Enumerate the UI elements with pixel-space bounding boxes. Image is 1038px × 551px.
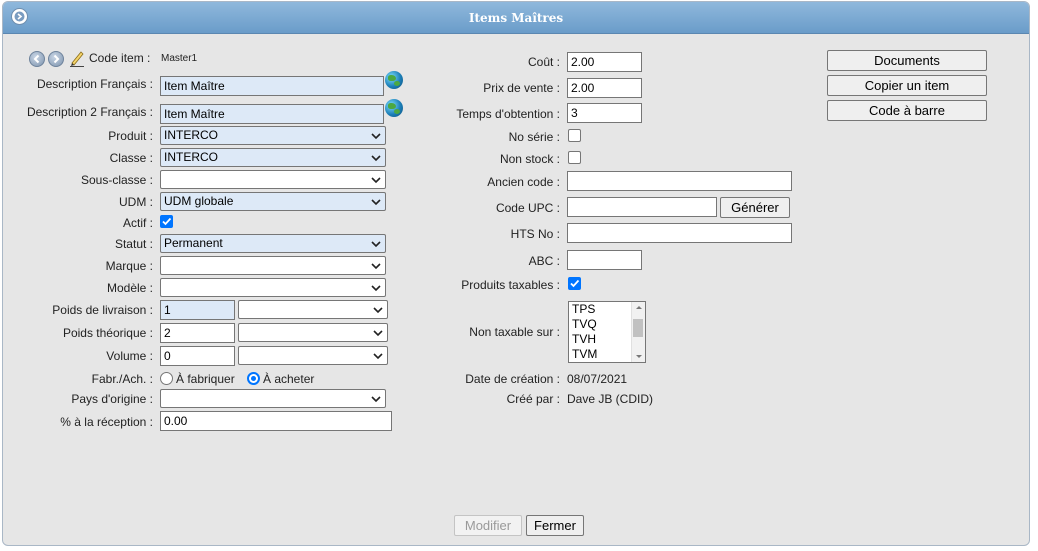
produit-label: Produit : [108, 129, 153, 143]
ancien-code-input[interactable] [567, 171, 792, 191]
a-acheter-radio[interactable] [247, 372, 260, 385]
prix-vente-input[interactable]: 2.00 [567, 78, 642, 98]
a-fabriquer-label: À fabriquer [176, 372, 235, 386]
statut-select[interactable]: Permanent [160, 234, 386, 253]
non-stock-label: Non stock : [499, 152, 560, 166]
pays-origine-select[interactable] [160, 389, 386, 408]
pct-reception-input[interactable]: 0.00 [160, 411, 392, 431]
poids-theorique-label: Poids théorique : [62, 326, 153, 340]
modele-label: Modèle : [106, 281, 153, 295]
code-upc-input[interactable] [567, 197, 717, 217]
code-item-label: Code item : [89, 51, 151, 65]
description-label: Description Français : [36, 77, 153, 91]
code-barre-button[interactable]: Code à barre [827, 100, 987, 121]
udm-select[interactable]: UDM globale [160, 192, 386, 211]
a-fabriquer-radio[interactable] [160, 372, 173, 385]
actif-checkbox[interactable] [160, 215, 173, 228]
actif-label: Actif : [122, 216, 153, 230]
window-title: Items Maîtres [468, 11, 564, 25]
description-input[interactable]: Item Maître [160, 76, 384, 96]
titlebar: Items Maîtres [3, 2, 1029, 34]
poids-livraison-unit-select[interactable] [238, 300, 388, 319]
scroll-up-icon[interactable] [632, 303, 646, 313]
udm-label: UDM : [119, 195, 153, 209]
documents-button[interactable]: Documents [827, 50, 987, 71]
pct-reception-label: % à la réception : [60, 415, 153, 429]
classe-select[interactable]: INTERCO [160, 148, 386, 167]
chevron-down-icon [371, 177, 381, 184]
produits-taxables-label: Produits taxables : [461, 278, 560, 292]
next-item-icon[interactable] [48, 51, 64, 67]
non-stock-checkbox[interactable] [568, 151, 581, 164]
abc-input[interactable] [567, 250, 642, 270]
no-serie-checkbox[interactable] [568, 129, 581, 142]
hts-no-input[interactable] [567, 223, 792, 243]
abc-label: ABC : [528, 254, 560, 268]
chevron-down-icon [371, 155, 381, 162]
date-creation-value: 08/07/2021 [567, 372, 628, 386]
description2-input[interactable]: Item Maître [160, 104, 384, 124]
poids-theorique-input[interactable]: 2 [160, 323, 235, 343]
poids-livraison-input[interactable]: 1 [160, 300, 235, 320]
previous-item-icon[interactable] [29, 51, 45, 67]
cree-par-value: Dave JB (CDID) [567, 392, 654, 406]
modifier-button[interactable]: Modifier [454, 515, 522, 536]
generer-button[interactable]: Générer [720, 197, 790, 218]
pays-origine-label: Pays d'origine : [71, 392, 153, 406]
statut-label: Statut : [114, 237, 153, 251]
description2-label: Description 2 Français : [26, 105, 153, 119]
copier-item-button[interactable]: Copier un item [827, 75, 987, 96]
cree-par-label: Créé par : [506, 392, 560, 406]
produit-value: INTERCO [164, 128, 218, 142]
cout-input[interactable]: 2.00 [567, 52, 642, 72]
ancien-code-label: Ancien code : [487, 175, 560, 189]
marque-select[interactable] [160, 256, 386, 275]
code-item-value: Master1 [161, 53, 198, 64]
modele-select[interactable] [160, 278, 386, 297]
scroll-down-icon[interactable] [632, 351, 646, 361]
items-maitres-window: Items Maîtres Code item : Master1 Descri… [2, 1, 1030, 546]
sous-classe-select[interactable] [160, 170, 386, 189]
listbox-scrollbar[interactable] [631, 302, 645, 362]
check-icon [162, 217, 172, 226]
poids-livraison-label: Poids de livraison : [52, 303, 153, 317]
udm-value: UDM globale [164, 194, 234, 208]
non-taxable-label: Non taxable sur : [469, 325, 560, 339]
temps-obtention-label: Temps d'obtention : [456, 107, 560, 121]
non-taxable-listbox[interactable]: TPS TVQ TVH TVM [568, 301, 646, 363]
edit-pencil-icon[interactable] [69, 49, 85, 67]
fabr-ach-label: Fabr./Ach. : [91, 372, 153, 386]
check-icon [570, 279, 580, 288]
sous-classe-label: Sous-classe : [80, 173, 153, 187]
marque-label: Marque : [105, 259, 153, 273]
prix-vente-label: Prix de vente : [483, 81, 560, 95]
chevron-down-icon [371, 241, 381, 248]
volume-label: Volume : [106, 349, 153, 363]
chevron-down-icon [371, 199, 381, 206]
classe-value: INTERCO [164, 150, 218, 164]
produits-taxables-checkbox[interactable] [568, 277, 581, 290]
a-acheter-label: À acheter [263, 372, 315, 386]
chevron-down-icon [373, 307, 383, 314]
hts-no-label: HTS No : [510, 227, 560, 241]
volume-unit-select[interactable] [238, 346, 388, 365]
classe-label: Classe : [109, 151, 153, 165]
volume-input[interactable]: 0 [160, 346, 235, 366]
chevron-down-icon [373, 330, 383, 337]
scrollbar-thumb[interactable] [633, 319, 643, 337]
produit-select[interactable]: INTERCO [160, 126, 386, 145]
date-creation-label: Date de création : [465, 372, 560, 386]
chevron-down-icon [371, 263, 381, 270]
chevron-down-icon [373, 353, 383, 360]
chevron-down-icon [371, 285, 381, 292]
chevron-down-icon [371, 396, 381, 403]
cout-label: Coût : [527, 55, 560, 69]
poids-theorique-unit-select[interactable] [238, 323, 388, 342]
temps-obtention-input[interactable]: 3 [567, 103, 642, 123]
chevron-down-icon [371, 133, 381, 140]
statut-value: Permanent [164, 236, 223, 250]
code-upc-label: Code UPC : [495, 201, 560, 215]
no-serie-label: No série : [508, 130, 560, 144]
fermer-button[interactable]: Fermer [526, 515, 584, 536]
